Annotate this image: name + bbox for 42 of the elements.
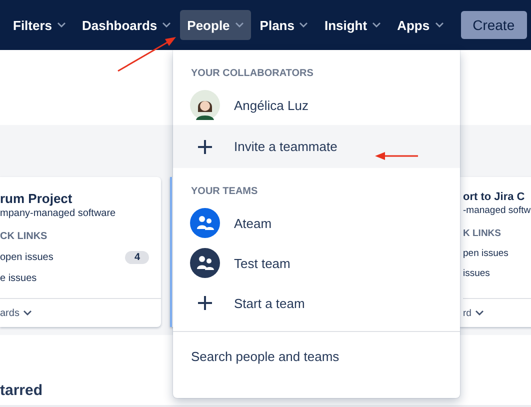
quick-link[interactable]: issues: [463, 268, 490, 279]
project-type: mpany-managed software: [0, 208, 117, 219]
menu-item[interactable]: Test team: [173, 243, 460, 283]
quick-link[interactable]: pen issues: [463, 248, 508, 259]
annotation-arrow: [375, 152, 418, 160]
chevron-down-icon: [23, 310, 32, 316]
nav-menu-item[interactable]: Insight: [317, 10, 388, 40]
boards-link[interactable]: ards: [0, 308, 20, 318]
chevron-down-icon: [57, 22, 66, 28]
menu-section-heading: YOUR TEAMS: [190, 186, 258, 197]
plus-icon: [198, 296, 212, 310]
issue-count: 4: [125, 251, 149, 264]
chevron-down-icon: [475, 310, 484, 316]
project-type: -managed softw: [463, 205, 531, 216]
boards-link[interactable]: rd: [463, 308, 472, 318]
nav-menu-item[interactable]: Dashboards: [75, 10, 178, 40]
search-people-link[interactable]: Search people and teams: [191, 349, 340, 364]
menu-item[interactable]: Ateam: [173, 203, 460, 243]
project-title[interactable]: ort to Jira C: [463, 191, 531, 203]
nav-menu-item[interactable]: Filters: [6, 10, 74, 40]
section-label: CK LINKS: [0, 231, 48, 242]
nav-menu-item[interactable]: People: [180, 10, 251, 40]
project-title[interactable]: rum Project: [0, 191, 161, 206]
menu-item[interactable]: Start a team: [173, 283, 460, 323]
quick-link[interactable]: e issues: [0, 273, 37, 284]
nav-menu-item[interactable]: Plans: [252, 10, 316, 40]
chevron-down-icon: [162, 22, 172, 28]
nav-menu-item[interactable]: Apps: [390, 10, 451, 40]
chevron-down-icon: [434, 22, 444, 28]
chevron-down-icon: [299, 22, 308, 28]
section-heading: tarred: [0, 382, 43, 399]
section-label: K LINKS: [463, 228, 502, 239]
quick-link[interactable]: open issues: [0, 252, 54, 263]
annotation-arrow: [118, 37, 176, 72]
menu-item[interactable]: Invite a teammate: [173, 125, 460, 168]
chevron-down-icon: [234, 22, 244, 28]
menu-item[interactable]: Angélica Luz: [173, 85, 460, 125]
menu-section-heading: YOUR COLLABORATORS: [190, 68, 314, 79]
avatar-icon: [190, 90, 220, 120]
chevron-down-icon: [372, 22, 382, 28]
plus-icon: [198, 140, 212, 154]
create-button[interactable]: Create: [460, 11, 527, 39]
